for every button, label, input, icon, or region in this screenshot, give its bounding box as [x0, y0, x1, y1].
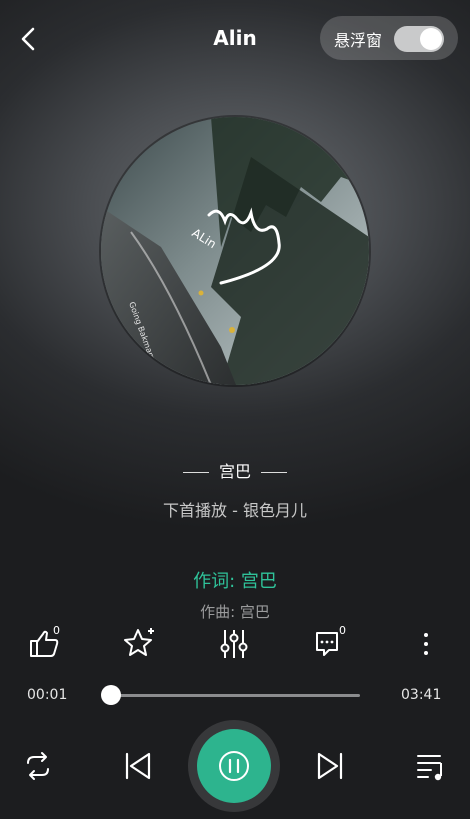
- next-button[interactable]: [311, 746, 351, 786]
- divider: [182, 472, 209, 473]
- playlist-button[interactable]: [411, 746, 451, 786]
- more-button[interactable]: [404, 622, 448, 666]
- top-bar: Alin 悬浮窗: [0, 0, 470, 80]
- progress-thumb[interactable]: [101, 685, 122, 705]
- toggle-knob: [420, 28, 442, 50]
- album-cover[interactable]: ALin Going Bakmam: [101, 117, 369, 385]
- comment-button[interactable]: 0: [308, 622, 352, 666]
- favorite-button[interactable]: [119, 622, 163, 666]
- play-pause-inner: [197, 729, 271, 803]
- skip-previous-icon: [125, 752, 151, 780]
- like-button[interactable]: 0: [26, 622, 70, 666]
- star-add-icon: [124, 628, 154, 656]
- thumbs-up-icon: [30, 630, 59, 657]
- lyric-current[interactable]: 作词: 宫巴: [0, 567, 470, 593]
- playback-controls: [0, 720, 470, 812]
- artist-row: 宫巴: [0, 458, 470, 482]
- action-bar: 0 0: [0, 622, 470, 666]
- divider: [261, 472, 287, 473]
- progress-bar: 00:01 03:41: [0, 680, 470, 710]
- equalizer-button[interactable]: [212, 622, 256, 666]
- total-time: 03:41: [401, 687, 442, 703]
- more-vertical-icon: [424, 633, 428, 655]
- float-window-control: 悬浮窗: [320, 16, 458, 60]
- artist-name[interactable]: 宫巴: [219, 462, 251, 481]
- float-window-toggle[interactable]: [394, 26, 444, 52]
- float-window-label: 悬浮窗: [334, 31, 383, 50]
- comment-count: 0: [339, 624, 346, 637]
- repeat-button[interactable]: [18, 746, 58, 786]
- next-song-label: 下首播放 - 银色月儿: [163, 501, 307, 520]
- like-count: 0: [53, 624, 60, 637]
- playlist-icon: [417, 755, 442, 781]
- repeat-icon: [27, 752, 49, 780]
- play-pause-button[interactable]: [188, 720, 280, 812]
- previous-button[interactable]: [117, 746, 157, 786]
- lyric-next[interactable]: 作曲: 宫巴: [0, 601, 470, 622]
- current-time: 00:01: [27, 687, 68, 703]
- skip-next-icon: [317, 752, 343, 780]
- equalizer-icon: [220, 630, 248, 658]
- pause-icon: [219, 751, 249, 781]
- progress-track[interactable]: [110, 694, 360, 697]
